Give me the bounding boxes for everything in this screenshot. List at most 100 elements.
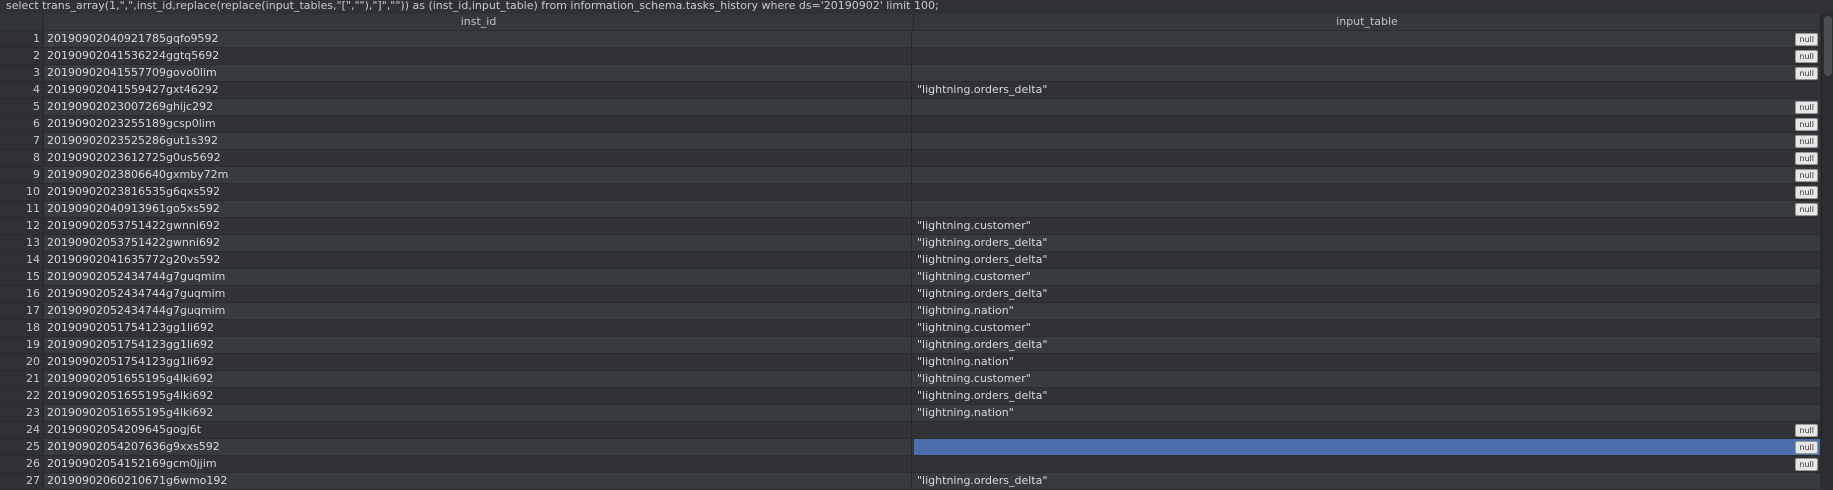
row-number[interactable]: 10: [0, 184, 44, 200]
cell-inst-id[interactable]: 20190902051754123gg1li692: [44, 320, 912, 336]
table-row[interactable]: 20 20190902051754123gg1li692 "lightning.na…: [0, 354, 1820, 371]
table-row[interactable]: 27 20190902060210671g6wmo192 "lightning.or…: [0, 473, 1820, 490]
cell-inst-id[interactable]: 20190902040921785gqfo9592: [44, 31, 912, 47]
cell-inst-id[interactable]: 20190902051754123gg1li692: [44, 337, 912, 353]
row-number-header[interactable]: [0, 14, 44, 30]
cell-input-table[interactable]: "lightning.orders_delta": [914, 337, 1820, 353]
cell-inst-id[interactable]: 20190902023255189gcsp0lim: [44, 116, 912, 132]
table-row[interactable]: 23 20190902051655195g4lki692 "lightning.na…: [0, 405, 1820, 422]
cell-input-table[interactable]: [914, 167, 1820, 183]
cell-inst-id[interactable]: 20190902053751422gwnni692: [44, 218, 912, 234]
cell-input-table[interactable]: "lightning.orders_delta": [914, 473, 1820, 489]
row-number[interactable]: 12: [0, 218, 44, 234]
cell-input-table[interactable]: [914, 439, 1820, 455]
table-row[interactable]: 6 20190902023255189gcsp0lim null: [0, 116, 1820, 133]
table-row[interactable]: 17 20190902052434744g7guqmim "lightning.na…: [0, 303, 1820, 320]
cell-input-table[interactable]: [914, 456, 1820, 472]
table-row[interactable]: 22 20190902051655195g4lki692 "lightning.or…: [0, 388, 1820, 405]
table-row[interactable]: 13 20190902053751422gwnni692 "lightning.or…: [0, 235, 1820, 252]
cell-inst-id[interactable]: 20190902040913961go5xs592: [44, 201, 912, 217]
row-number[interactable]: 3: [0, 65, 44, 81]
cell-inst-id[interactable]: 20190902052434744g7guqmim: [44, 303, 912, 319]
row-number[interactable]: 1: [0, 31, 44, 47]
cell-inst-id[interactable]: 20190902041635772g20vs592: [44, 252, 912, 268]
row-number[interactable]: 16: [0, 286, 44, 302]
table-row[interactable]: 3 20190902041557709govo0lim null: [0, 65, 1820, 82]
cell-inst-id[interactable]: 20190902023612725g0us5692: [44, 150, 912, 166]
row-number[interactable]: 2: [0, 48, 44, 64]
table-row[interactable]: 25 20190902054207636g9xxs592 null: [0, 439, 1820, 456]
row-number[interactable]: 13: [0, 235, 44, 251]
cell-inst-id[interactable]: 20190902041536224ggtq5692: [44, 48, 912, 64]
cell-input-table[interactable]: "lightning.orders_delta": [914, 286, 1820, 302]
cell-inst-id[interactable]: 20190902054152169gcm0jjim: [44, 456, 912, 472]
cell-input-table[interactable]: [914, 133, 1820, 149]
row-number[interactable]: 22: [0, 388, 44, 404]
cell-input-table[interactable]: [914, 99, 1820, 115]
table-row[interactable]: 24 20190902054209645gogj6t null: [0, 422, 1820, 439]
cell-input-table[interactable]: [914, 116, 1820, 132]
row-number[interactable]: 26: [0, 456, 44, 472]
cell-inst-id[interactable]: 20190902041559427gxt46292: [44, 82, 912, 98]
table-row[interactable]: 18 20190902051754123gg1li692 "lightning.cu…: [0, 320, 1820, 337]
cell-input-table[interactable]: "lightning.customer": [914, 320, 1820, 336]
row-number[interactable]: 21: [0, 371, 44, 387]
cell-inst-id[interactable]: 20190902052434744g7guqmim: [44, 269, 912, 285]
row-number[interactable]: 27: [0, 473, 44, 489]
row-number[interactable]: 8: [0, 150, 44, 166]
cell-inst-id[interactable]: 20190902054209645gogj6t: [44, 422, 912, 438]
row-number[interactable]: 19: [0, 337, 44, 353]
scrollbar-thumb[interactable]: [1824, 16, 1832, 76]
cell-input-table[interactable]: [914, 150, 1820, 166]
cell-inst-id[interactable]: 20190902023816535g6qxs592: [44, 184, 912, 200]
cell-inst-id[interactable]: 20190902023806640gxmby72m: [44, 167, 912, 183]
cell-input-table[interactable]: "lightning.orders_delta": [914, 235, 1820, 251]
cell-input-table[interactable]: [914, 422, 1820, 438]
table-row[interactable]: 26 20190902054152169gcm0jjim null: [0, 456, 1820, 473]
table-row[interactable]: 2 20190902041536224ggtq5692 null: [0, 48, 1820, 65]
cell-input-table[interactable]: "lightning.orders_delta": [914, 388, 1820, 404]
row-number[interactable]: 24: [0, 422, 44, 438]
table-row[interactable]: 8 20190902023612725g0us5692 null: [0, 150, 1820, 167]
cell-inst-id[interactable]: 20190902060210671g6wmo192: [44, 473, 912, 489]
row-number[interactable]: 15: [0, 269, 44, 285]
column-header-input-table[interactable]: input_table: [914, 14, 1821, 30]
cell-input-table[interactable]: [914, 65, 1820, 81]
row-number[interactable]: 6: [0, 116, 44, 132]
cell-inst-id[interactable]: 20190902051754123gg1li692: [44, 354, 912, 370]
table-row[interactable]: 4 20190902041559427gxt46292 "lightning.ord…: [0, 82, 1820, 99]
table-row[interactable]: 12 20190902053751422gwnni692 "lightning.cu…: [0, 218, 1820, 235]
cell-input-table[interactable]: "lightning.customer": [914, 371, 1820, 387]
table-row[interactable]: 7 20190902023525286gut1s392 null: [0, 133, 1820, 150]
row-number[interactable]: 11: [0, 201, 44, 217]
cell-inst-id[interactable]: 20190902051655195g4lki692: [44, 405, 912, 421]
row-number[interactable]: 14: [0, 252, 44, 268]
cell-inst-id[interactable]: 20190902053751422gwnni692: [44, 235, 912, 251]
cell-input-table[interactable]: "lightning.customer": [914, 269, 1820, 285]
table-row[interactable]: 11 20190902040913961go5xs592 null: [0, 201, 1820, 218]
cell-input-table[interactable]: "lightning.nation": [914, 354, 1820, 370]
row-number[interactable]: 17: [0, 303, 44, 319]
table-row[interactable]: 21 20190902051655195g4lki692 "lightning.cu…: [0, 371, 1820, 388]
table-row[interactable]: 16 20190902052434744g7guqmim "lightning.or…: [0, 286, 1820, 303]
cell-inst-id[interactable]: 20190902041557709govo0lim: [44, 65, 912, 81]
cell-input-table[interactable]: "lightning.orders_delta": [914, 82, 1820, 98]
row-number[interactable]: 23: [0, 405, 44, 421]
table-row[interactable]: 9 20190902023806640gxmby72m null: [0, 167, 1820, 184]
cell-input-table[interactable]: [914, 201, 1820, 217]
table-row[interactable]: 14 20190902041635772g20vs592 "lightning.or…: [0, 252, 1820, 269]
table-row[interactable]: 15 20190902052434744g7guqmim "lightning.cu…: [0, 269, 1820, 286]
cell-input-table[interactable]: "lightning.customer": [914, 218, 1820, 234]
cell-inst-id[interactable]: 20190902052434744g7guqmim: [44, 286, 912, 302]
row-number[interactable]: 18: [0, 320, 44, 336]
column-header-inst-id[interactable]: inst_id: [44, 14, 914, 30]
cell-input-table[interactable]: "lightning.orders_delta": [914, 252, 1820, 268]
cell-inst-id[interactable]: 20190902023525286gut1s392: [44, 133, 912, 149]
row-number[interactable]: 25: [0, 439, 44, 455]
cell-input-table[interactable]: [914, 31, 1820, 47]
row-number[interactable]: 7: [0, 133, 44, 149]
cell-inst-id[interactable]: 20190902054207636g9xxs592: [44, 439, 912, 455]
cell-inst-id[interactable]: 20190902051655195g4lki692: [44, 371, 912, 387]
row-number[interactable]: 4: [0, 82, 44, 98]
vertical-scrollbar[interactable]: [1821, 14, 1833, 456]
